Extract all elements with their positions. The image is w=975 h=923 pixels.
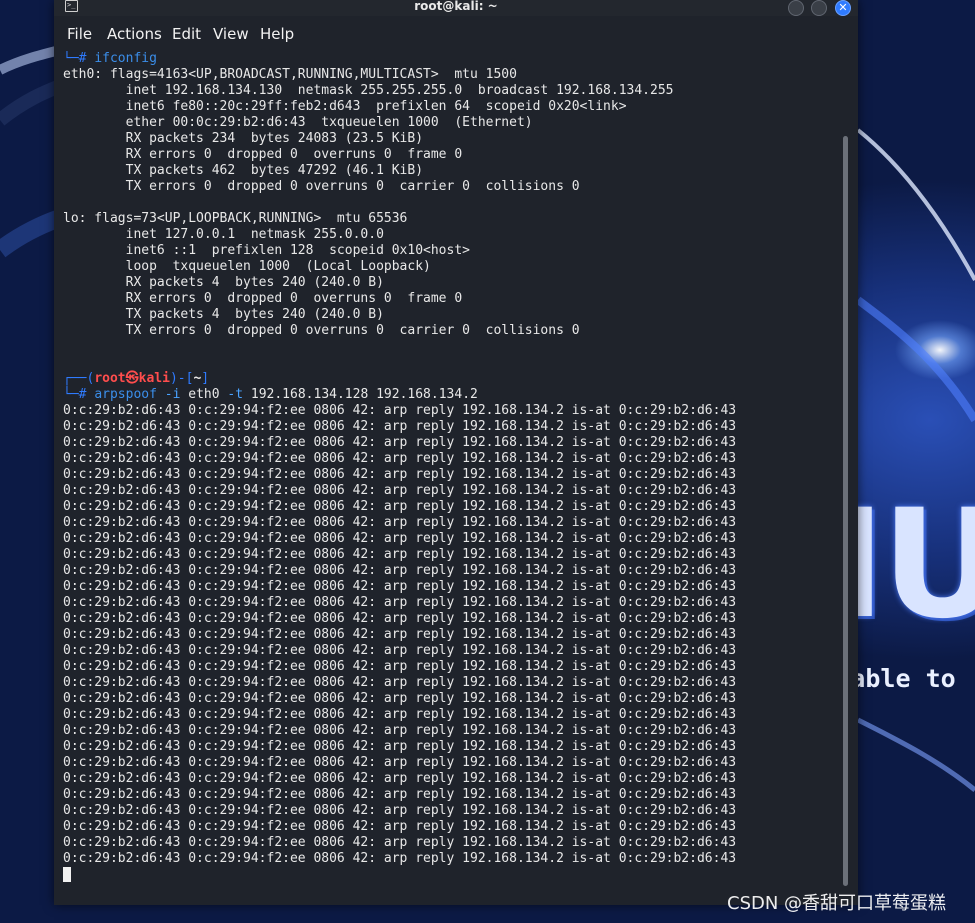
menu-edit[interactable]: Edit [172, 25, 201, 43]
csdn-watermark: CSDN @香甜可口草莓蛋糕 [727, 893, 947, 914]
arp-reply-line: 0:c:29:b2:d6:43 0:c:29:94:f2:ee 0806 42:… [63, 467, 737, 482]
arp-reply-line: 0:c:29:b2:d6:43 0:c:29:94:f2:ee 0806 42:… [63, 723, 737, 738]
arp-reply-line: 0:c:29:b2:d6:43 0:c:29:94:f2:ee 0806 42:… [63, 419, 737, 434]
menu-actions[interactable]: Actions [107, 25, 162, 43]
arp-reply-line: 0:c:29:b2:d6:43 0:c:29:94:f2:ee 0806 42:… [63, 643, 737, 658]
ifconfig-output-line: TX packets 4 bytes 240 (240.0 B) [63, 307, 384, 322]
minimize-button[interactable] [788, 0, 804, 16]
target-args: 192.168.134.128 192.168.134.2 [250, 387, 478, 402]
arpspoof-program: arpspoof [94, 387, 157, 402]
window-title: root@kali: ~ [414, 0, 498, 13]
arp-reply-line: 0:c:29:b2:d6:43 0:c:29:94:f2:ee 0806 42:… [63, 611, 737, 626]
menu-bar: File Actions Edit View Help [54, 20, 858, 46]
close-icon: ✕ [838, 1, 848, 14]
arp-reply-line: 0:c:29:b2:d6:43 0:c:29:94:f2:ee 0806 42:… [63, 627, 737, 642]
scrollbar-thumb[interactable] [843, 136, 848, 886]
menu-file[interactable]: File [67, 25, 92, 43]
ifconfig-output-line: inet 127.0.0.1 netmask 255.0.0.0 [63, 227, 384, 242]
arp-reply-line: 0:c:29:b2:d6:43 0:c:29:94:f2:ee 0806 42:… [63, 547, 737, 562]
ifconfig-output-line: inet 192.168.134.130 netmask 255.255.255… [63, 83, 674, 98]
ifconfig-output-line: inet6 fe80::20c:29ff:feb2:d643 prefixlen… [63, 99, 627, 114]
arp-reply-line: 0:c:29:b2:d6:43 0:c:29:94:f2:ee 0806 42:… [63, 483, 737, 498]
arp-reply-line: 0:c:29:b2:d6:43 0:c:29:94:f2:ee 0806 42:… [63, 787, 737, 802]
terminal-window[interactable]: >_ root@kali: ~ ✕ File Actions Edit View… [54, 0, 858, 905]
ifconfig-output-line: TX packets 462 bytes 47292 (46.1 KiB) [63, 163, 424, 178]
menu-view[interactable]: View [213, 25, 249, 43]
close-button[interactable]: ✕ [835, 0, 851, 16]
arp-reply-line: 0:c:29:b2:d6:43 0:c:29:94:f2:ee 0806 42:… [63, 595, 737, 610]
prompt-user: root [94, 371, 126, 386]
arp-reply-line: 0:c:29:b2:d6:43 0:c:29:94:f2:ee 0806 42:… [63, 851, 737, 866]
menu-help[interactable]: Help [260, 25, 294, 43]
arp-reply-line: 0:c:29:b2:d6:43 0:c:29:94:f2:ee 0806 42:… [63, 563, 737, 578]
arp-reply-line: 0:c:29:b2:d6:43 0:c:29:94:f2:ee 0806 42:… [63, 675, 737, 690]
ifconfig-output-line: RX errors 0 dropped 0 overruns 0 frame 0 [63, 147, 463, 162]
arp-reply-line: 0:c:29:b2:d6:43 0:c:29:94:f2:ee 0806 42:… [63, 515, 737, 530]
ifconfig-command-line: └─# ifconfig [63, 51, 157, 67]
arp-reply-line: 0:c:29:b2:d6:43 0:c:29:94:f2:ee 0806 42:… [63, 451, 737, 466]
arp-reply-line: 0:c:29:b2:d6:43 0:c:29:94:f2:ee 0806 42:… [63, 771, 737, 786]
prompt-close: ] [201, 371, 210, 386]
ifconfig-output-line: loop txqueuelen 1000 (Local Loopback) [63, 259, 431, 274]
prompt-prefix: └─# [63, 51, 95, 66]
flag-t: -t [227, 387, 244, 402]
arp-reply-line: 0:c:29:b2:d6:43 0:c:29:94:f2:ee 0806 42:… [63, 755, 737, 770]
ifconfig-output-line: inet6 ::1 prefixlen 128 scopeid 0x10<hos… [63, 243, 470, 258]
ifconfig-output-line: RX errors 0 dropped 0 overruns 0 frame 0 [63, 291, 463, 306]
ifconfig-output-line: lo: flags=73<UP,LOOPBACK,RUNNING> mtu 65… [63, 211, 408, 226]
ifconfig-output-line: TX errors 0 dropped 0 overruns 0 carrier… [63, 323, 580, 338]
title-bar[interactable]: >_ root@kali: ~ ✕ [54, 0, 858, 16]
arp-reply-line: 0:c:29:b2:d6:43 0:c:29:94:f2:ee 0806 42:… [63, 435, 737, 450]
arp-reply-line: 0:c:29:b2:d6:43 0:c:29:94:f2:ee 0806 42:… [63, 707, 737, 722]
prompt-at-icon: ㉿ [125, 371, 139, 386]
prompt-host: kali [138, 371, 170, 386]
arp-reply-line: 0:c:29:b2:d6:43 0:c:29:94:f2:ee 0806 42:… [63, 403, 737, 418]
arp-reply-line: 0:c:29:b2:d6:43 0:c:29:94:f2:ee 0806 42:… [63, 691, 737, 706]
ifconfig-output-line: ether 00:0c:29:b2:d6:43 txqueuelen 1000 … [63, 115, 533, 130]
scrollbar[interactable] [843, 136, 848, 886]
terminal-cursor [63, 867, 71, 882]
prompt-mid: )-[ [169, 371, 194, 386]
ifconfig-output-line: TX errors 0 dropped 0 overruns 0 carrier… [63, 179, 580, 194]
interface-arg: eth0 [188, 387, 220, 402]
flag-i: -i [164, 387, 181, 402]
arp-reply-line: 0:c:29:b2:d6:43 0:c:29:94:f2:ee 0806 42:… [63, 803, 737, 818]
wallpaper-swoosh-right [858, 128, 975, 792]
arp-reply-line: 0:c:29:b2:d6:43 0:c:29:94:f2:ee 0806 42:… [63, 531, 737, 546]
prompt-line: ┌──(root㉿kali)-[~] [63, 371, 209, 387]
ifconfig-output-line: eth0: flags=4163<UP,BROADCAST,RUNNING,MU… [63, 67, 517, 82]
arp-reply-line: 0:c:29:b2:d6:43 0:c:29:94:f2:ee 0806 42:… [63, 739, 737, 754]
wallpaper-swoosh-left [0, 45, 60, 258]
terminal-output[interactable]: └─# ifconfig eth0: flags=4163<UP,BROADCA… [63, 51, 833, 891]
prompt-open: ┌──( [63, 371, 95, 386]
ifconfig-output-line: RX packets 4 bytes 240 (240.0 B) [63, 275, 384, 290]
arp-reply-line: 0:c:29:b2:d6:43 0:c:29:94:f2:ee 0806 42:… [63, 499, 737, 514]
arp-reply-line: 0:c:29:b2:d6:43 0:c:29:94:f2:ee 0806 42:… [63, 659, 737, 674]
ifconfig-command: ifconfig [94, 51, 157, 66]
arp-reply-line: 0:c:29:b2:d6:43 0:c:29:94:f2:ee 0806 42:… [63, 579, 737, 594]
arpspoof-command-line: └─# arpspoof -i eth0 -t 192.168.134.128 … [63, 387, 478, 403]
ifconfig-output-line: RX packets 234 bytes 24083 (23.5 KiB) [63, 131, 424, 146]
arp-reply-line: 0:c:29:b2:d6:43 0:c:29:94:f2:ee 0806 42:… [63, 819, 737, 834]
prompt-prefix-2: └─# [63, 387, 95, 402]
maximize-button[interactable] [811, 0, 827, 16]
arp-reply-line: 0:c:29:b2:d6:43 0:c:29:94:f2:ee 0806 42:… [63, 835, 737, 850]
